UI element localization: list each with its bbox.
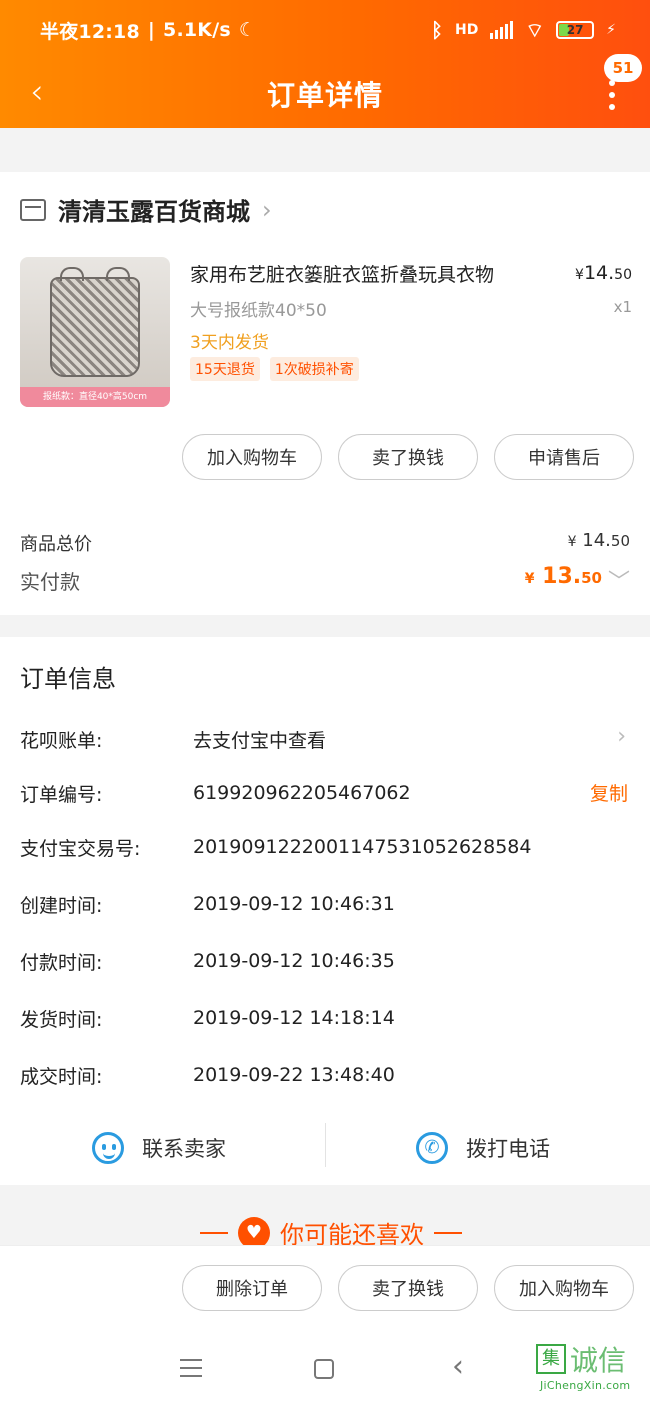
thumb-caption: 报纸款：直径40*高50cm	[20, 387, 170, 407]
delete-order-button[interactable]: 删除订单	[182, 1265, 322, 1311]
decor-line	[434, 1231, 462, 1234]
back-icon[interactable]: ‹	[30, 74, 54, 114]
status-left: 半夜12:18 | 5.1K/s ☾	[40, 17, 256, 44]
charging-icon: ⚡	[606, 22, 616, 38]
product-price: ¥14.50	[575, 262, 632, 284]
shop-link[interactable]: 清清玉露百货商城 ›	[20, 192, 272, 227]
after-sale-button[interactable]: 申请售后	[494, 434, 634, 480]
watermark-logo: 集 诚信	[536, 1339, 626, 1379]
tag-damage: 1次破损补寄	[269, 357, 359, 381]
shop-card: 清清玉露百货商城 › 报纸款：直径40*高50cm 家用布艺脏衣篓脏衣篮折叠玩具…	[0, 172, 650, 615]
info-row-alipay-no: 支付宝交易号: 2019091222001147531052628584	[20, 836, 532, 860]
battery-icon: 27	[556, 21, 595, 39]
shop-name: 清清玉露百货商城	[58, 198, 250, 226]
heart-icon: ♥	[238, 1216, 270, 1249]
moon-icon: ☾	[238, 19, 257, 41]
store-icon	[20, 198, 46, 221]
message-badge: 51	[604, 54, 642, 82]
product-tags: 15天退货 1次破损补寄	[190, 357, 359, 381]
info-row-paid: 付款时间: 2019-09-12 10:46:35	[20, 950, 395, 974]
divider	[325, 1123, 326, 1167]
bluetooth-icon: ᛒ	[431, 18, 443, 42]
watermark-url: JiChengXin.com	[540, 1379, 631, 1392]
battery-level: 27	[566, 23, 584, 37]
call-phone-button[interactable]: ✆ 拨打电话	[416, 1125, 550, 1171]
page-title: 订单详情	[266, 79, 383, 112]
paid-value: ¥ 13.50	[524, 564, 602, 589]
decor-line	[200, 1231, 228, 1234]
phone-icon: ✆	[416, 1132, 448, 1164]
chevron-right-icon: ›	[262, 195, 272, 224]
wifi-icon: ⌔	[525, 17, 545, 42]
status-bar: 半夜12:18 | 5.1K/s ☾ ᛒ HD ⌔ 27 ⚡	[0, 0, 650, 60]
total-value: ¥ 14.50	[567, 530, 630, 551]
status-right: ᛒ HD ⌔ 27 ⚡	[431, 18, 616, 43]
info-row-created: 创建时间: 2019-09-12 10:46:31	[20, 893, 395, 917]
chevron-right-icon: ›	[617, 724, 626, 749]
product-image[interactable]: 报纸款：直径40*高50cm	[20, 257, 170, 407]
header: 半夜12:18 | 5.1K/s ☾ ᛒ HD ⌔ 27 ⚡ ‹ 订单详情 51	[0, 0, 650, 128]
laundry-basket-image	[50, 267, 140, 377]
info-row-shipped: 发货时间: 2019-09-12 14:18:14	[20, 1007, 395, 1031]
order-info-title: 订单信息	[20, 665, 116, 693]
network-label: HD	[455, 22, 479, 38]
info-row-completed: 成交时间: 2019-09-22 13:48:40	[20, 1064, 395, 1088]
sell-button-bottom[interactable]: 卖了换钱	[338, 1265, 478, 1311]
product-title[interactable]: 家用布艺脏衣篓脏衣篮折叠玩具衣物	[190, 260, 550, 287]
more-icon[interactable]	[608, 80, 616, 110]
sell-button[interactable]: 卖了换钱	[338, 434, 478, 480]
paid-label: 实付款	[20, 570, 80, 594]
signal-icon	[490, 21, 514, 39]
chevron-down-icon[interactable]: ﹀	[608, 564, 630, 596]
chat-face-icon	[92, 1132, 124, 1164]
product-spec: 大号报纸款40*50	[190, 301, 327, 321]
recommend-section: ♥ 你可能还喜欢	[0, 1185, 650, 1249]
copy-button[interactable]: 复制	[590, 779, 628, 806]
add-to-cart-button[interactable]: 加入购物车	[182, 434, 322, 480]
status-time: 半夜12:18	[40, 20, 140, 43]
info-row-order-no: 订单编号: 619920962205467062	[20, 782, 411, 806]
contact-seller-button[interactable]: 联系卖家	[92, 1125, 226, 1171]
bottom-action-bar: 删除订单 卖了换钱 加入购物车	[0, 1245, 650, 1331]
system-nav-bar: ‹ 集 诚信 JiChengXin.com	[0, 1331, 650, 1408]
total-label: 商品总价	[20, 534, 92, 555]
order-info-card: 订单信息 花呗账单: 去支付宝中查看 › 订单编号: 6199209622054…	[0, 637, 650, 1185]
nav-bar: ‹ 订单详情 51	[0, 54, 650, 128]
back-nav-icon[interactable]: ‹	[452, 1349, 464, 1384]
home-icon[interactable]	[314, 1359, 334, 1379]
tag-return: 15天退货	[190, 357, 260, 381]
product-qty: x1	[613, 298, 632, 316]
product-shipping: 3天内发货	[190, 333, 269, 353]
info-row-huabei[interactable]: 花呗账单: 去支付宝中查看	[20, 724, 326, 754]
menu-icon[interactable]	[180, 1359, 202, 1377]
add-to-cart-button-bottom[interactable]: 加入购物车	[494, 1265, 634, 1311]
status-speed: 5.1K/s	[163, 19, 231, 41]
